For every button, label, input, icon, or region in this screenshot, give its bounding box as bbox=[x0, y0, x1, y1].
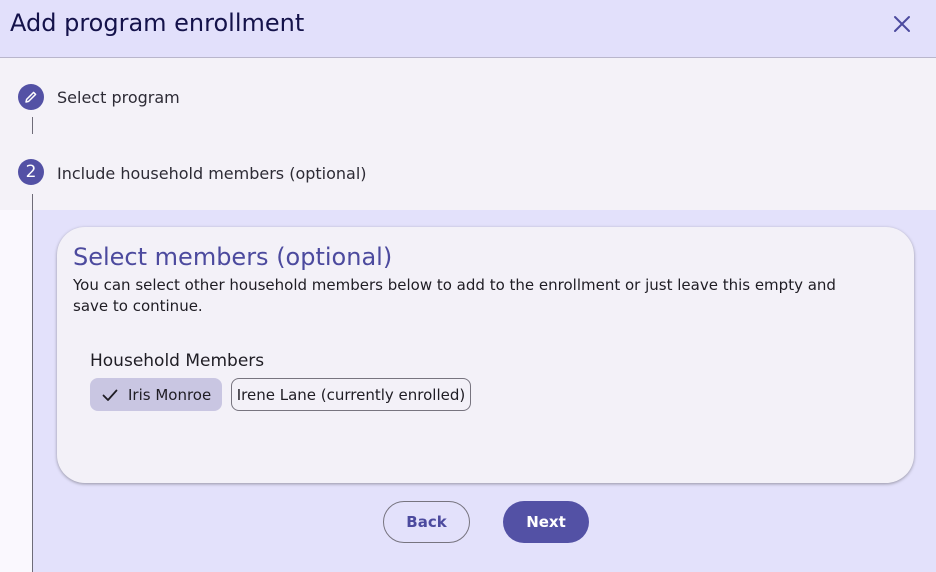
close-icon bbox=[894, 16, 910, 32]
step-2-label: Include household members (optional) bbox=[57, 164, 367, 183]
stepper bbox=[0, 58, 936, 210]
step-1-indicator bbox=[18, 84, 44, 110]
edit-pencil-icon bbox=[25, 91, 37, 103]
check-icon bbox=[100, 385, 120, 405]
back-button[interactable]: Back bbox=[383, 501, 470, 543]
step-2-indicator: 2 bbox=[18, 159, 44, 185]
member-chip-label: Irene Lane (currently enrolled) bbox=[236, 385, 466, 404]
member-chip[interactable]: Irene Lane (currently enrolled) bbox=[231, 378, 471, 411]
step-connector bbox=[32, 117, 33, 134]
household-members-label: Household Members bbox=[90, 351, 265, 371]
member-chip-selected[interactable]: Iris Monroe bbox=[90, 378, 222, 411]
step-connector-vertical bbox=[32, 194, 33, 572]
select-members-card: Select members (optional) You can select… bbox=[57, 227, 914, 483]
next-button[interactable]: Next bbox=[503, 501, 589, 543]
card-description: You can select other household members b… bbox=[73, 276, 836, 315]
dialog-title: Add program enrollment bbox=[10, 9, 305, 37]
card-title: Select members (optional) bbox=[73, 243, 393, 271]
close-button[interactable] bbox=[886, 8, 918, 40]
step-content-gutter bbox=[0, 210, 32, 572]
dialog-header: Add program enrollment bbox=[0, 0, 936, 58]
step-1-label[interactable]: Select program bbox=[57, 88, 180, 107]
member-chip-label: Iris Monroe bbox=[128, 385, 212, 404]
